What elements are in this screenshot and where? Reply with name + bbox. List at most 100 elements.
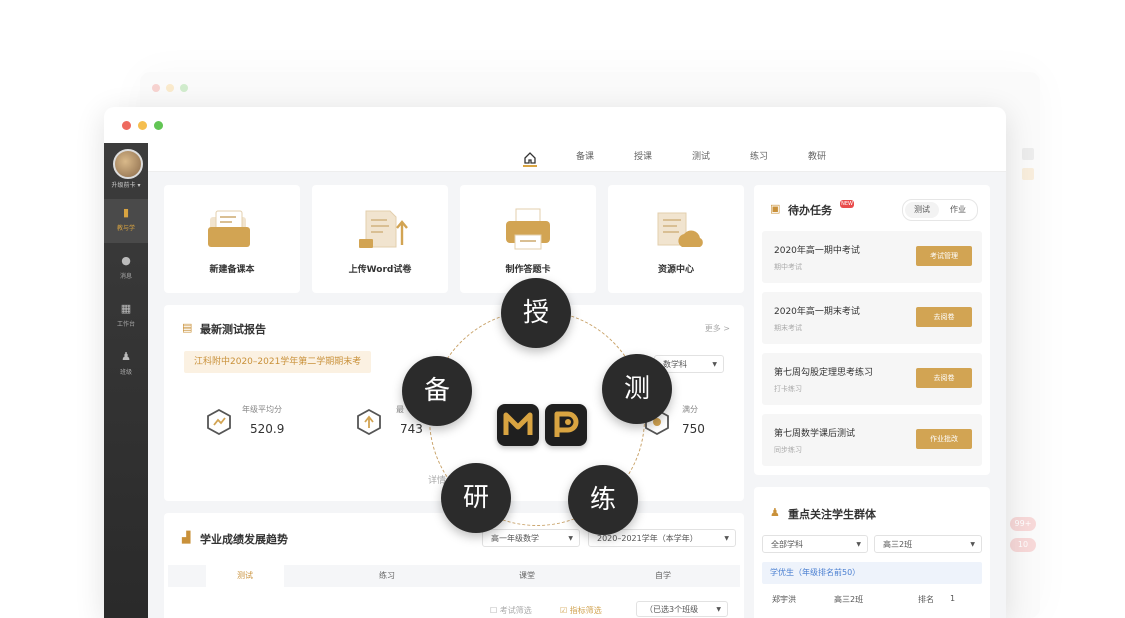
task-item[interactable]: 2020年高一期末考试 期末考试 去阅卷 [762,292,982,344]
focus-students-panel: ♟ 重点关注学生群体 全部学科 ▼ 高三2班 ▼ 学优生（年级排名前50） 郑宇洪 … [754,487,990,618]
metric-filter-checkbox[interactable]: ☑ 指标筛选 [560,605,602,616]
maximize-window-button[interactable] [154,121,163,130]
task-title: 第七周勾股定理思考练习 [774,368,874,378]
calendar-icon: ▣ [770,202,781,215]
task-action-button[interactable]: 去阅卷 [916,368,972,388]
m-logo-icon[interactable] [497,404,539,446]
task-action-button[interactable]: 作业批改 [916,429,972,449]
task-title: 第七周数学课后测试 [774,429,856,439]
task-item[interactable]: 第七周勾股定理思考练习 打卡练习 去阅卷 [762,353,982,405]
nav-research[interactable]: 教研 [808,149,826,162]
student-group-header[interactable]: 学优生（年级排名前50） [762,562,982,584]
sidebar-item-class[interactable]: ♟ 班级 [104,343,148,387]
feature-bubble-research[interactable]: 研 [441,463,511,533]
report-more-link[interactable]: 更多 > [705,323,730,334]
task-subtitle: 期末考试 [774,324,802,332]
upload-doc-icon [359,210,408,248]
todo-panel: ▣ 待办任务 NEW 测试 作业 2020年高一期中考试 期中考试 考试管理 2… [754,185,990,475]
exam-filter-checkbox[interactable]: ☐ 考试筛选 [490,605,532,616]
hexagon-chart-icon [207,409,231,435]
focus-subject-select[interactable]: 全部学科 ▼ [762,535,868,553]
trend-panel: ▟ 学业成绩发展趋势 高一年级数学 ▼ 2020–2021学年（本学年） ▼ 测试 … [164,513,744,618]
minimize-window-button[interactable] [138,121,147,130]
chevron-down-icon: ▼ [856,541,861,548]
task-action-button[interactable]: 去阅卷 [916,307,972,327]
feature-bubble-practice[interactable]: 练 [568,465,638,535]
task-title: 2020年高一期中考试 [774,246,860,256]
app-window: 升级前卡 ▾ ▮ 教与学 ● 消息 ▦ 工作台 ♟ 班级 备课 授课 测试 练习… [104,107,1006,618]
tool-upload-word[interactable]: 上传Word试卷 [312,185,448,293]
tab-classroom[interactable]: 课堂 [488,565,566,587]
focus-class-select[interactable]: 高三2班 ▼ [874,535,982,553]
toggle-test[interactable]: 测试 [905,202,939,218]
grade-select[interactable]: 高一年级数学 ▼ [482,529,580,547]
nav-prepare[interactable]: 备课 [576,149,594,162]
p-logo-icon[interactable] [545,404,587,446]
trend-tabs: 测试 练习 课堂 自学 [168,565,740,587]
stat-value: 750 [682,422,705,436]
rank-label: 排名 [918,595,934,604]
rank-value: 1 [950,594,956,603]
tool-new-lesson-book[interactable]: 新建备课本 [164,185,300,293]
sidebar-item-label: 消息 [119,273,132,280]
chevron-down-icon: ▼ [712,361,717,368]
window-controls [122,121,163,130]
report-title: 最新测试报告 [200,323,266,336]
tab-practice[interactable]: 练习 [348,565,426,587]
tool-resource-center[interactable]: 资源中心 [608,185,744,293]
focus-title: 重点关注学生群体 [788,508,876,521]
background-side-icon [1022,168,1034,180]
hexagon-up-icon [357,409,381,435]
student-name: 郑宇洪 [772,595,796,604]
focus-subject-value: 全部学科 [771,540,803,549]
nav-test[interactable]: 测试 [692,149,710,162]
nav-practice[interactable]: 练习 [750,149,768,162]
task-title: 2020年高一期末考试 [774,307,860,317]
grid-icon: ▦ [120,302,132,315]
sidebar-item-teach[interactable]: ▮ 教与学 [104,199,148,243]
task-subtitle: 打卡练习 [774,385,802,393]
grade-select-value: 高一年级数学 [491,534,539,543]
class-filter-value: （已选3个班级 [645,605,699,614]
class-filter-select[interactable]: （已选3个班级 ▼ [636,601,728,617]
avatar[interactable] [113,149,143,179]
stat-label: 满分 [682,405,698,414]
tool-label: 资源中心 [657,265,694,275]
exam-filter-label: 考试筛选 [499,606,532,615]
task-item[interactable]: 第七周数学课后测试 同步练习 作业批改 [762,414,982,466]
chevron-down-icon: ▼ [724,535,729,542]
report-exam-tag[interactable]: 江科附中2020–2021学年第二学期期末考 [184,351,372,373]
feature-bubble-test[interactable]: 测 [602,354,672,424]
sidebar: 升级前卡 ▾ ▮ 教与学 ● 消息 ▦ 工作台 ♟ 班级 [104,143,148,618]
task-item[interactable]: 2020年高一期中考试 期中考试 考试管理 [762,231,982,283]
toggle-homework[interactable]: 作业 [941,202,975,218]
background-side-icon [1022,148,1034,160]
tab-test[interactable]: 测试 [206,565,284,587]
sidebar-item-label: 班级 [119,369,132,376]
home-icon[interactable] [523,149,537,167]
year-select-value: 2020–2021学年（本学年） [597,534,698,543]
metric-filter-label: 指标筛选 [569,606,602,615]
chevron-down-icon: ▼ [568,535,573,542]
nav-teach[interactable]: 授课 [634,149,652,162]
focus-class-value: 高三2班 [883,540,913,549]
task-action-button[interactable]: 考试管理 [916,246,972,266]
chevron-down-icon: ▼ [970,541,975,548]
stat-label: 年级平均分 [242,405,282,414]
sidebar-item-label: 工作台 [116,321,135,328]
sidebar-item-workbench[interactable]: ▦ 工作台 [104,295,148,339]
close-window-button[interactable] [122,121,131,130]
sidebar-item-messages[interactable]: ● 消息 [104,247,148,291]
user-menu-label[interactable]: 升级前卡 ▾ [104,180,148,189]
report-icon: ▤ [182,321,193,334]
message-icon: ● [121,254,131,267]
task-subtitle: 同步练习 [774,446,802,454]
tool-make-answer-card[interactable]: 制作答题卡 [460,185,596,293]
background-badge: 99+ [1010,517,1036,531]
tab-self-study[interactable]: 自学 [624,565,702,587]
stat-label: 最 [396,405,404,414]
feature-bubble-prepare[interactable]: 备 [402,356,472,426]
stat-value: 743 [400,422,423,436]
feature-bubble-teach[interactable]: 授 [501,278,571,348]
student-class: 高三2班 [834,595,864,604]
